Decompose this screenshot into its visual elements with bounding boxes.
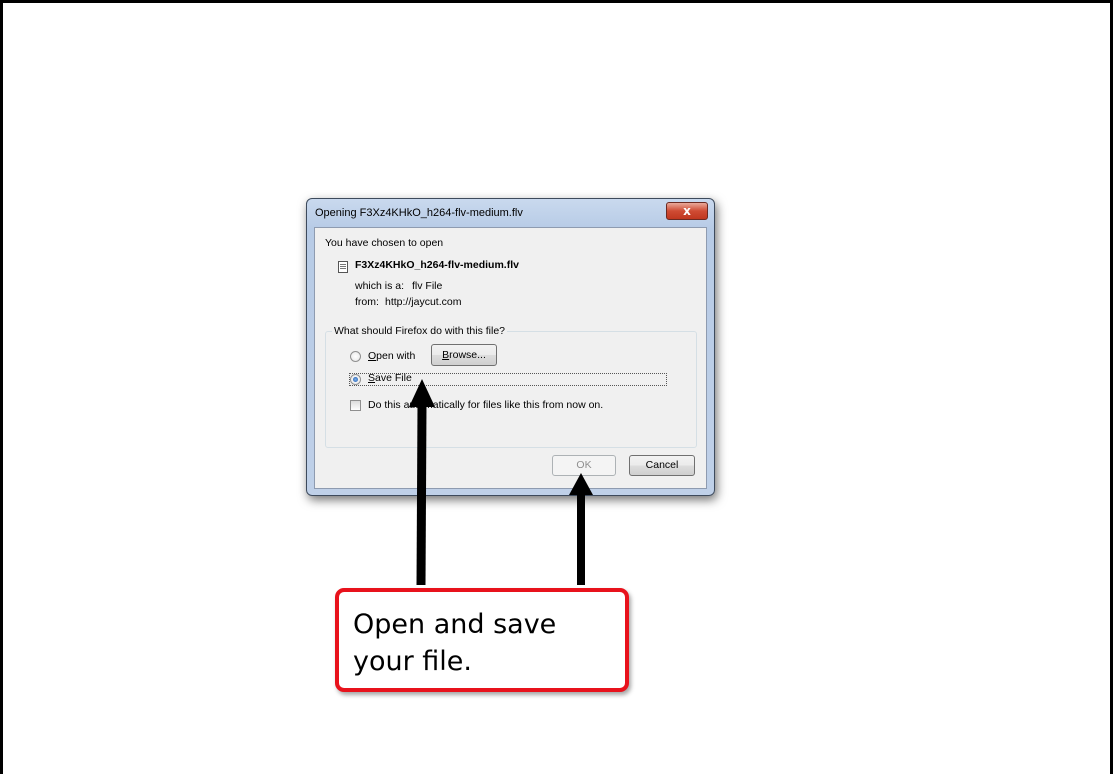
- arrow-to-save-file: [409, 379, 435, 586]
- arrow-head-ok: [569, 473, 593, 495]
- slide-frame: Opening F3Xz4KHkO_h264-flv-medium.flv x …: [0, 0, 1113, 774]
- arrow-head-save: [409, 379, 435, 407]
- callout-text: Open and save your file.: [353, 606, 613, 680]
- arrow-to-ok-button: [569, 473, 593, 585]
- callout-line-1: Open and save: [353, 609, 557, 640]
- instruction-callout: Open and save your file.: [335, 588, 629, 692]
- arrow-shaft-save: [416, 404, 427, 586]
- callout-line-2: your file.: [353, 646, 472, 677]
